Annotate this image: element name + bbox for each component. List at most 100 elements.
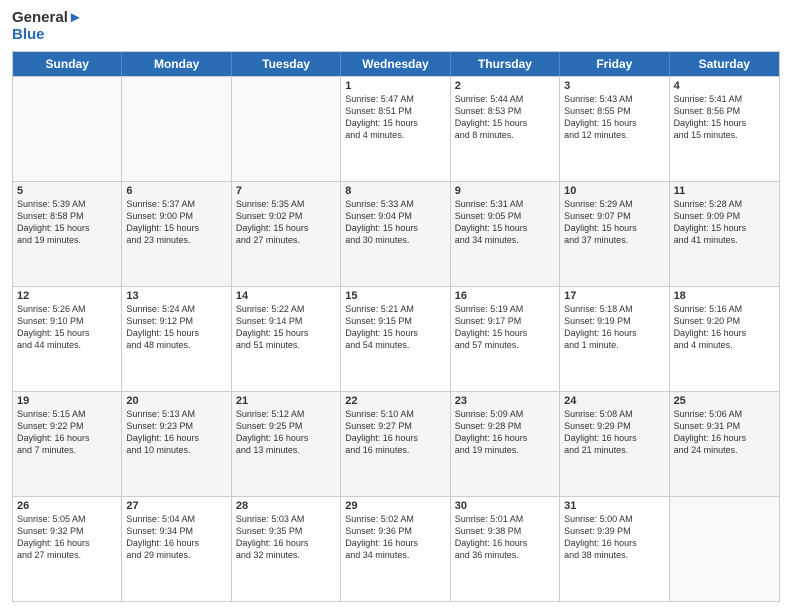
day-info: Sunrise: 5:03 AM Sunset: 9:35 PM Dayligh… bbox=[236, 513, 336, 562]
weekday-header: Monday bbox=[122, 52, 231, 76]
calendar-header: SundayMondayTuesdayWednesdayThursdayFrid… bbox=[13, 52, 779, 76]
calendar-day: 10Sunrise: 5:29 AM Sunset: 9:07 PM Dayli… bbox=[560, 182, 669, 286]
calendar-day: 24Sunrise: 5:08 AM Sunset: 9:29 PM Dayli… bbox=[560, 392, 669, 496]
day-info: Sunrise: 5:12 AM Sunset: 9:25 PM Dayligh… bbox=[236, 408, 336, 457]
calendar-day: 31Sunrise: 5:00 AM Sunset: 9:39 PM Dayli… bbox=[560, 497, 669, 601]
empty-cell bbox=[232, 77, 341, 181]
logo-text: General► Blue bbox=[12, 10, 83, 43]
day-info: Sunrise: 5:47 AM Sunset: 8:51 PM Dayligh… bbox=[345, 93, 445, 142]
day-info: Sunrise: 5:16 AM Sunset: 9:20 PM Dayligh… bbox=[674, 303, 775, 352]
day-number: 10 bbox=[564, 185, 664, 197]
day-info: Sunrise: 5:00 AM Sunset: 9:39 PM Dayligh… bbox=[564, 513, 664, 562]
day-number: 6 bbox=[126, 185, 226, 197]
day-number: 11 bbox=[674, 185, 775, 197]
empty-cell bbox=[13, 77, 122, 181]
day-info: Sunrise: 5:35 AM Sunset: 9:02 PM Dayligh… bbox=[236, 198, 336, 247]
calendar-day: 12Sunrise: 5:26 AM Sunset: 9:10 PM Dayli… bbox=[13, 287, 122, 391]
calendar-week: 5Sunrise: 5:39 AM Sunset: 8:58 PM Daylig… bbox=[13, 181, 779, 286]
calendar-day: 8Sunrise: 5:33 AM Sunset: 9:04 PM Daylig… bbox=[341, 182, 450, 286]
day-number: 3 bbox=[564, 80, 664, 92]
calendar-day: 22Sunrise: 5:10 AM Sunset: 9:27 PM Dayli… bbox=[341, 392, 450, 496]
day-info: Sunrise: 5:04 AM Sunset: 9:34 PM Dayligh… bbox=[126, 513, 226, 562]
day-number: 17 bbox=[564, 290, 664, 302]
calendar-day: 7Sunrise: 5:35 AM Sunset: 9:02 PM Daylig… bbox=[232, 182, 341, 286]
day-number: 19 bbox=[17, 395, 117, 407]
day-info: Sunrise: 5:18 AM Sunset: 9:19 PM Dayligh… bbox=[564, 303, 664, 352]
calendar-day: 18Sunrise: 5:16 AM Sunset: 9:20 PM Dayli… bbox=[670, 287, 779, 391]
day-info: Sunrise: 5:10 AM Sunset: 9:27 PM Dayligh… bbox=[345, 408, 445, 457]
day-number: 24 bbox=[564, 395, 664, 407]
day-info: Sunrise: 5:33 AM Sunset: 9:04 PM Dayligh… bbox=[345, 198, 445, 247]
weekday-header: Thursday bbox=[451, 52, 560, 76]
calendar-day: 28Sunrise: 5:03 AM Sunset: 9:35 PM Dayli… bbox=[232, 497, 341, 601]
day-info: Sunrise: 5:29 AM Sunset: 9:07 PM Dayligh… bbox=[564, 198, 664, 247]
calendar-day: 6Sunrise: 5:37 AM Sunset: 9:00 PM Daylig… bbox=[122, 182, 231, 286]
day-number: 9 bbox=[455, 185, 555, 197]
calendar-day: 4Sunrise: 5:41 AM Sunset: 8:56 PM Daylig… bbox=[670, 77, 779, 181]
calendar-day: 1Sunrise: 5:47 AM Sunset: 8:51 PM Daylig… bbox=[341, 77, 450, 181]
day-number: 20 bbox=[126, 395, 226, 407]
day-info: Sunrise: 5:09 AM Sunset: 9:28 PM Dayligh… bbox=[455, 408, 555, 457]
calendar-week: 19Sunrise: 5:15 AM Sunset: 9:22 PM Dayli… bbox=[13, 391, 779, 496]
calendar-week: 1Sunrise: 5:47 AM Sunset: 8:51 PM Daylig… bbox=[13, 76, 779, 181]
day-info: Sunrise: 5:26 AM Sunset: 9:10 PM Dayligh… bbox=[17, 303, 117, 352]
calendar-day: 13Sunrise: 5:24 AM Sunset: 9:12 PM Dayli… bbox=[122, 287, 231, 391]
calendar-day: 16Sunrise: 5:19 AM Sunset: 9:17 PM Dayli… bbox=[451, 287, 560, 391]
day-info: Sunrise: 5:28 AM Sunset: 9:09 PM Dayligh… bbox=[674, 198, 775, 247]
weekday-header: Saturday bbox=[670, 52, 779, 76]
calendar-day: 25Sunrise: 5:06 AM Sunset: 9:31 PM Dayli… bbox=[670, 392, 779, 496]
day-number: 7 bbox=[236, 185, 336, 197]
calendar-day: 17Sunrise: 5:18 AM Sunset: 9:19 PM Dayli… bbox=[560, 287, 669, 391]
day-number: 4 bbox=[674, 80, 775, 92]
day-info: Sunrise: 5:37 AM Sunset: 9:00 PM Dayligh… bbox=[126, 198, 226, 247]
day-info: Sunrise: 5:44 AM Sunset: 8:53 PM Dayligh… bbox=[455, 93, 555, 142]
day-number: 13 bbox=[126, 290, 226, 302]
calendar-day: 11Sunrise: 5:28 AM Sunset: 9:09 PM Dayli… bbox=[670, 182, 779, 286]
calendar-day: 21Sunrise: 5:12 AM Sunset: 9:25 PM Dayli… bbox=[232, 392, 341, 496]
day-number: 31 bbox=[564, 500, 664, 512]
day-info: Sunrise: 5:31 AM Sunset: 9:05 PM Dayligh… bbox=[455, 198, 555, 247]
calendar-day: 20Sunrise: 5:13 AM Sunset: 9:23 PM Dayli… bbox=[122, 392, 231, 496]
calendar-day: 3Sunrise: 5:43 AM Sunset: 8:55 PM Daylig… bbox=[560, 77, 669, 181]
empty-cell bbox=[122, 77, 231, 181]
calendar-day: 2Sunrise: 5:44 AM Sunset: 8:53 PM Daylig… bbox=[451, 77, 560, 181]
calendar-day: 26Sunrise: 5:05 AM Sunset: 9:32 PM Dayli… bbox=[13, 497, 122, 601]
calendar-day: 30Sunrise: 5:01 AM Sunset: 9:38 PM Dayli… bbox=[451, 497, 560, 601]
day-info: Sunrise: 5:22 AM Sunset: 9:14 PM Dayligh… bbox=[236, 303, 336, 352]
day-info: Sunrise: 5:41 AM Sunset: 8:56 PM Dayligh… bbox=[674, 93, 775, 142]
day-info: Sunrise: 5:06 AM Sunset: 9:31 PM Dayligh… bbox=[674, 408, 775, 457]
day-number: 16 bbox=[455, 290, 555, 302]
day-info: Sunrise: 5:43 AM Sunset: 8:55 PM Dayligh… bbox=[564, 93, 664, 142]
day-info: Sunrise: 5:21 AM Sunset: 9:15 PM Dayligh… bbox=[345, 303, 445, 352]
day-number: 26 bbox=[17, 500, 117, 512]
page-container: General► Blue SundayMondayTuesdayWednesd… bbox=[0, 0, 792, 612]
calendar-day: 14Sunrise: 5:22 AM Sunset: 9:14 PM Dayli… bbox=[232, 287, 341, 391]
day-info: Sunrise: 5:19 AM Sunset: 9:17 PM Dayligh… bbox=[455, 303, 555, 352]
day-number: 14 bbox=[236, 290, 336, 302]
calendar: SundayMondayTuesdayWednesdayThursdayFrid… bbox=[12, 51, 780, 602]
day-number: 25 bbox=[674, 395, 775, 407]
calendar-day: 9Sunrise: 5:31 AM Sunset: 9:05 PM Daylig… bbox=[451, 182, 560, 286]
calendar-day: 19Sunrise: 5:15 AM Sunset: 9:22 PM Dayli… bbox=[13, 392, 122, 496]
day-number: 18 bbox=[674, 290, 775, 302]
day-number: 22 bbox=[345, 395, 445, 407]
calendar-week: 12Sunrise: 5:26 AM Sunset: 9:10 PM Dayli… bbox=[13, 286, 779, 391]
day-number: 29 bbox=[345, 500, 445, 512]
calendar-day: 23Sunrise: 5:09 AM Sunset: 9:28 PM Dayli… bbox=[451, 392, 560, 496]
day-number: 23 bbox=[455, 395, 555, 407]
weekday-header: Tuesday bbox=[232, 52, 341, 76]
day-number: 30 bbox=[455, 500, 555, 512]
day-number: 8 bbox=[345, 185, 445, 197]
calendar-day: 5Sunrise: 5:39 AM Sunset: 8:58 PM Daylig… bbox=[13, 182, 122, 286]
day-info: Sunrise: 5:01 AM Sunset: 9:38 PM Dayligh… bbox=[455, 513, 555, 562]
day-number: 27 bbox=[126, 500, 226, 512]
day-info: Sunrise: 5:24 AM Sunset: 9:12 PM Dayligh… bbox=[126, 303, 226, 352]
day-info: Sunrise: 5:02 AM Sunset: 9:36 PM Dayligh… bbox=[345, 513, 445, 562]
day-number: 15 bbox=[345, 290, 445, 302]
day-info: Sunrise: 5:05 AM Sunset: 9:32 PM Dayligh… bbox=[17, 513, 117, 562]
day-info: Sunrise: 5:13 AM Sunset: 9:23 PM Dayligh… bbox=[126, 408, 226, 457]
day-number: 1 bbox=[345, 80, 445, 92]
day-info: Sunrise: 5:15 AM Sunset: 9:22 PM Dayligh… bbox=[17, 408, 117, 457]
day-number: 12 bbox=[17, 290, 117, 302]
day-info: Sunrise: 5:08 AM Sunset: 9:29 PM Dayligh… bbox=[564, 408, 664, 457]
